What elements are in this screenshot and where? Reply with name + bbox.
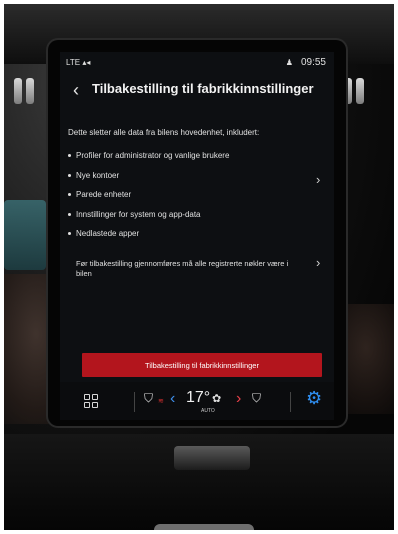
list-item: Nedlastede apper xyxy=(68,224,308,244)
bullet-icon xyxy=(68,232,71,236)
page-header: ‹ Tilbakestilling til fabrikkinnstilling… xyxy=(60,74,334,110)
fan-icon[interactable]: ✿ xyxy=(212,392,221,405)
divider xyxy=(290,392,291,412)
page-title: Tilbakestilling til fabrikkinnstillinger xyxy=(92,81,314,96)
clock: 09:55 xyxy=(300,57,326,68)
list-item: Parede enheter xyxy=(68,185,308,205)
app-grid-icon[interactable] xyxy=(84,394,98,408)
phone-reflection xyxy=(4,200,46,270)
left-air-vent xyxy=(10,74,46,108)
divider xyxy=(134,392,135,412)
temp-down-icon[interactable]: ‹ xyxy=(170,390,175,408)
user-icon: ♟ xyxy=(285,58,293,67)
signal-icon: ▴◂ xyxy=(82,58,91,67)
bullet-icon xyxy=(68,193,71,197)
seat-right-icon[interactable]: ⛉ xyxy=(252,391,261,406)
temperature-value[interactable]: 17° xyxy=(186,389,210,407)
list-item: Profiler for administrator og vanlige br… xyxy=(68,146,308,166)
bullet-icon xyxy=(68,212,71,216)
factory-reset-button[interactable]: Tilbakestilling til fabrikkinnstillinger xyxy=(82,353,322,377)
network-label: LTE xyxy=(66,58,81,67)
console-trim xyxy=(154,524,254,530)
infotainment-screen: LTE ▴◂ ♟ 09:55 ‹ Tilbakestilling til fab… xyxy=(60,52,334,420)
bullet-icon xyxy=(68,154,71,158)
console-control xyxy=(174,446,250,470)
status-bar: LTE ▴◂ ♟ 09:55 xyxy=(60,52,334,72)
center-console xyxy=(4,434,394,530)
gear-icon[interactable]: ⚙ xyxy=(306,388,322,409)
chevron-right-icon[interactable]: › xyxy=(316,255,320,270)
temp-up-icon[interactable]: › xyxy=(236,390,241,408)
keys-note: Før tilbakestilling gjennomføres må alle… xyxy=(76,259,289,278)
temperature-mode: AUTO xyxy=(201,408,215,414)
intro-text: Dette sletter alle data fra bilens hoved… xyxy=(68,128,260,137)
chevron-right-icon[interactable]: › xyxy=(316,172,320,187)
back-button[interactable]: ‹ xyxy=(66,78,86,102)
list-item: Innstillinger for system og app-data xyxy=(68,205,308,225)
list-item: Nye kontoer xyxy=(68,166,308,186)
bullet-icon xyxy=(68,173,71,177)
climate-bar: ⛉ ≋ ‹ 17° AUTO ✿ › ⛉ ⚙ xyxy=(60,382,334,420)
data-list: Profiler for administrator og vanlige br… xyxy=(68,146,308,244)
chevron-left-icon: ‹ xyxy=(73,80,79,100)
heat-level-icon: ≋ xyxy=(158,398,164,405)
